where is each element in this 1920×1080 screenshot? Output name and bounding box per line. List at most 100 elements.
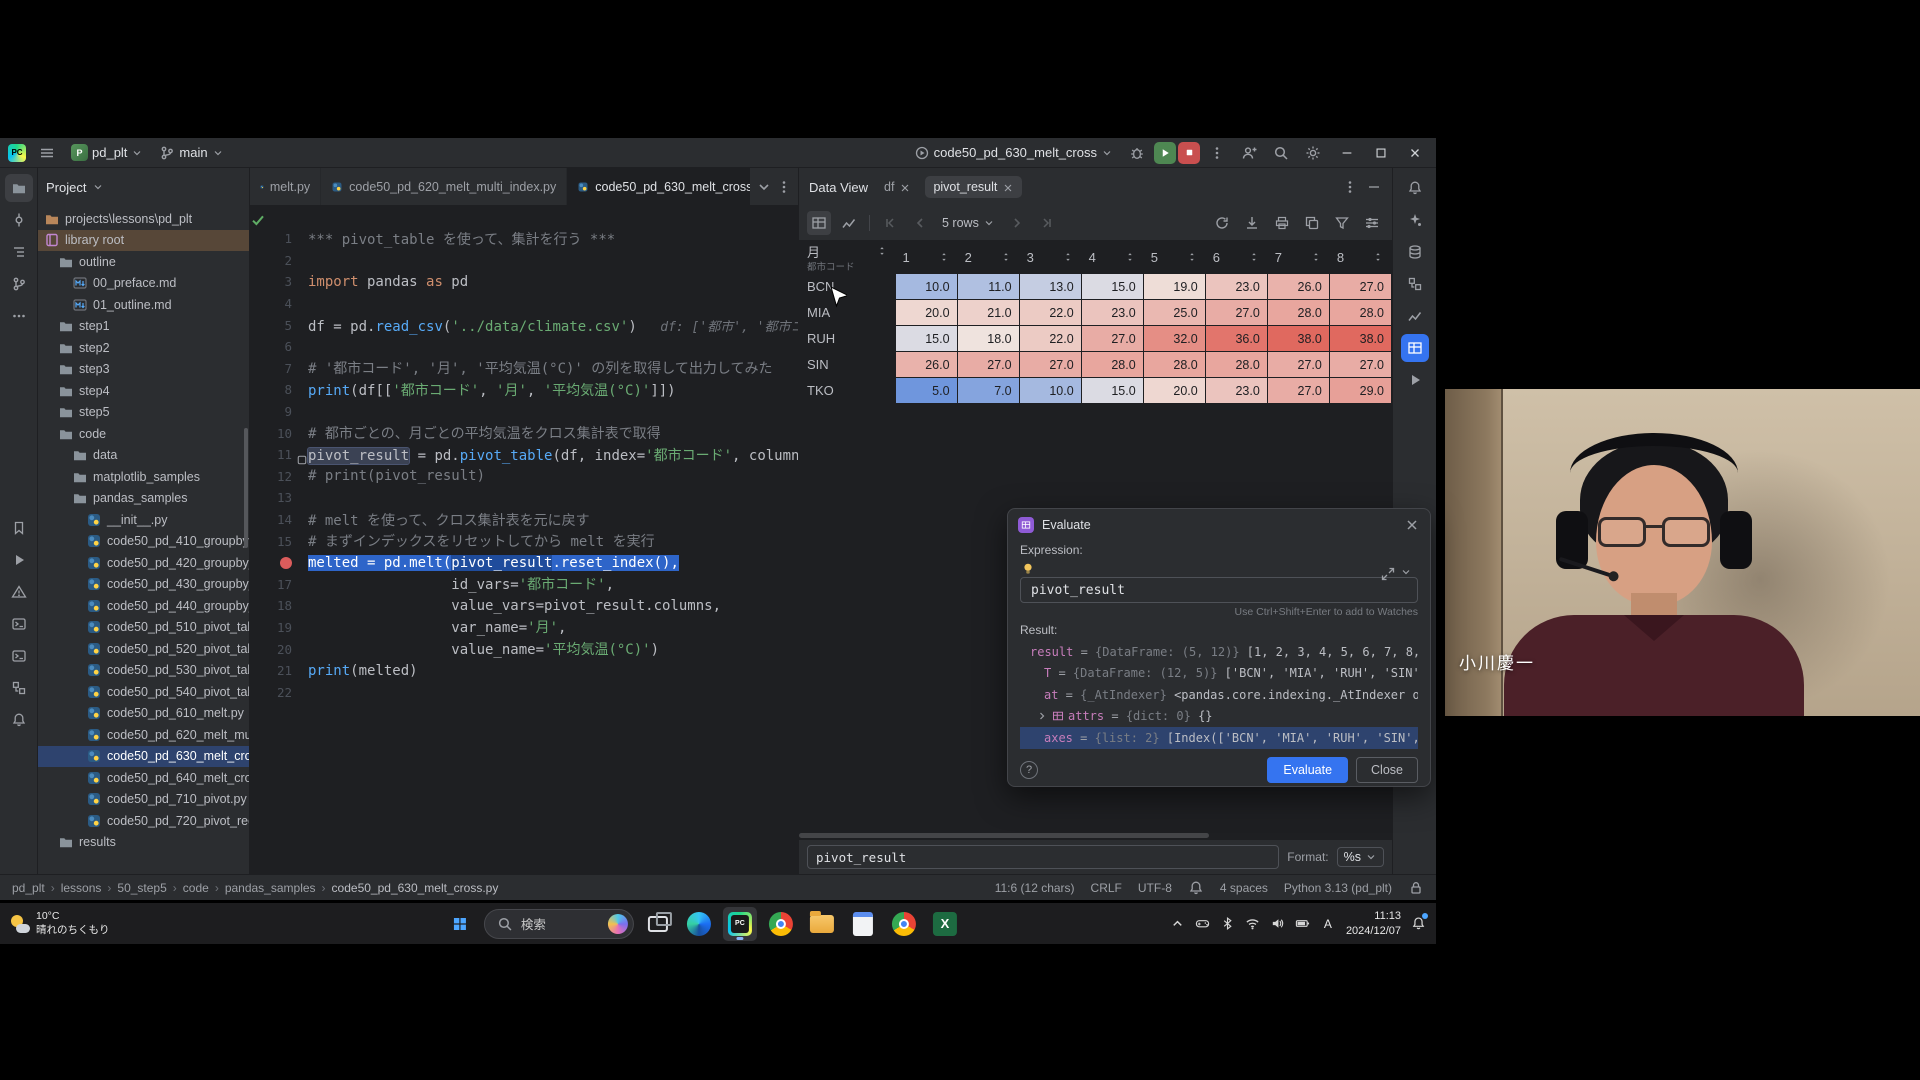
next-page-button[interactable] xyxy=(1005,211,1029,235)
tool-button-run[interactable] xyxy=(5,546,33,574)
cell[interactable]: 26.0 xyxy=(895,352,957,378)
tree-item-00_preface.md[interactable]: 00_preface.md xyxy=(38,273,249,295)
gutter-line-14[interactable]: 14 xyxy=(250,512,308,527)
caret-position[interactable]: 11:6 (12 chars) xyxy=(995,881,1075,895)
cell[interactable]: 15.0 xyxy=(1081,274,1143,300)
gutter-line-21[interactable]: 21 xyxy=(250,663,308,678)
table-corner-header[interactable]: 月都市コード xyxy=(800,241,896,274)
code-line-17[interactable]: 17 id_vars='都市コード', xyxy=(250,574,798,596)
row-index-MIA[interactable]: MIA xyxy=(800,300,896,326)
tree-item-matplotlib_samples[interactable]: matplotlib_samples xyxy=(38,466,249,488)
table-view-button[interactable] xyxy=(807,211,831,235)
gutter-line-2[interactable]: 2 xyxy=(250,253,308,268)
breadcrumb-item-code[interactable]: code xyxy=(183,881,209,895)
tool-button-plots[interactable] xyxy=(1401,302,1429,330)
code-line-19[interactable]: 19 var_name='月', xyxy=(250,617,798,639)
column-header-6[interactable]: 6 xyxy=(1205,241,1267,274)
taskbar-app-edge[interactable] xyxy=(682,907,716,941)
ime-indicator[interactable]: A xyxy=(1320,917,1336,931)
gutter-line-15[interactable]: 15 xyxy=(250,534,308,549)
cell[interactable]: 28.0 xyxy=(1329,300,1391,326)
cell[interactable]: 27.0 xyxy=(1267,352,1329,378)
breadcrumb-item-pandas_samples[interactable]: pandas_samples xyxy=(225,881,316,895)
taskbar-app-excel[interactable]: X xyxy=(928,907,962,941)
cell[interactable]: 29.0 xyxy=(1329,378,1391,404)
tool-button-bookmarks[interactable] xyxy=(5,514,33,542)
data-view-tab-df[interactable]: df xyxy=(876,176,919,198)
code-line-20[interactable]: 20 value_name='平均気温(°C)') xyxy=(250,638,798,660)
code-editor[interactable]: 1*** pivot_table を使って、集計を行う ***23import … xyxy=(250,206,798,874)
cell[interactable]: 27.0 xyxy=(1329,274,1391,300)
gutter-line-11[interactable]: 11 xyxy=(250,447,308,462)
minimize-button[interactable] xyxy=(1330,139,1364,167)
code-with-me-button[interactable] xyxy=(1234,142,1264,164)
evaluate-button[interactable]: Evaluate xyxy=(1267,757,1348,783)
tree-item-projects-lessons-pd_plt[interactable]: projects\lessons\pd_plt xyxy=(38,208,249,230)
cell[interactable]: 21.0 xyxy=(957,300,1019,326)
code-line-13[interactable]: 13 xyxy=(250,487,798,509)
table-row-SIN[interactable]: SIN26.027.027.028.028.028.027.027.0 xyxy=(800,352,1392,378)
tool-button-notifications[interactable] xyxy=(1401,174,1429,202)
cell[interactable]: 27.0 xyxy=(1267,378,1329,404)
main-menu-button[interactable] xyxy=(32,142,62,164)
column-header-3[interactable]: 3 xyxy=(1019,241,1081,274)
tool-button-ai-assistant[interactable] xyxy=(1401,206,1429,234)
table-row-RUH[interactable]: RUH15.018.022.027.032.036.038.038.0 xyxy=(800,326,1392,352)
gutter-line-4[interactable]: 4 xyxy=(250,296,308,311)
tool-button-commit[interactable] xyxy=(5,206,33,234)
chart-view-button[interactable] xyxy=(837,211,861,235)
tray-wifi[interactable] xyxy=(1245,915,1260,933)
taskbar-app-pycharm[interactable]: PC xyxy=(723,907,757,941)
gutter-line-9[interactable]: 9 xyxy=(250,404,308,419)
format-select[interactable]: %s xyxy=(1337,847,1384,867)
tree-item-results[interactable]: results xyxy=(38,832,249,854)
gutter-line-19[interactable]: 19 xyxy=(250,620,308,635)
tray-controller[interactable] xyxy=(1195,915,1210,933)
tree-item-code50_pd_420_groupby_multi.py[interactable]: code50_pd_420_groupby_multi.py xyxy=(38,552,249,574)
tree-item-pandas_samples[interactable]: pandas_samples xyxy=(38,488,249,510)
project-widget[interactable]: P pd_plt xyxy=(64,141,150,164)
cell[interactable]: 5.0 xyxy=(895,378,957,404)
cell[interactable]: 27.0 xyxy=(1329,352,1391,378)
line-ending[interactable]: CRLF xyxy=(1091,881,1122,895)
gutter-line-22[interactable]: 22 xyxy=(250,685,308,700)
code-line-16[interactable]: melted = pd.melt(pivot_result.reset_inde… xyxy=(250,552,798,574)
taskbar-app-notepad[interactable] xyxy=(846,907,880,941)
vcs-branch-widget[interactable]: main xyxy=(152,142,230,164)
code-line-12[interactable]: 12# print(pivot_result) xyxy=(250,466,798,488)
result-row-axes[interactable]: axes = {list: 2} [Index(['BCN', 'MIA', '… xyxy=(1020,727,1418,749)
table-row-BCN[interactable]: BCN10.011.013.015.019.023.026.027.0 xyxy=(800,274,1392,300)
column-header-1[interactable]: 1 xyxy=(895,241,957,274)
cell[interactable]: 27.0 xyxy=(1019,352,1081,378)
breadcrumb-item-lessons[interactable]: lessons xyxy=(61,881,102,895)
run-button[interactable] xyxy=(1154,142,1176,164)
taskbar-clock[interactable]: 11:13 2024/12/07 xyxy=(1346,909,1401,938)
gutter-line-20[interactable]: 20 xyxy=(250,642,308,657)
tray-volume[interactable] xyxy=(1270,915,1285,933)
code-line-22[interactable]: 22 xyxy=(250,681,798,703)
cell[interactable]: 28.0 xyxy=(1081,352,1143,378)
code-line-1[interactable]: 1*** pivot_table を使って、集計を行う *** xyxy=(250,228,798,250)
tree-item-code50_pd_410_groupby.py[interactable]: code50_pd_410_groupby.py xyxy=(38,531,249,553)
row-index-TKO[interactable]: TKO xyxy=(800,378,896,404)
tree-item-step3[interactable]: step3 xyxy=(38,359,249,381)
breakpoint-icon[interactable] xyxy=(280,557,292,569)
cell[interactable]: 15.0 xyxy=(895,326,957,352)
tree-item-data[interactable]: data xyxy=(38,445,249,467)
data-view-expression-input[interactable] xyxy=(807,845,1279,869)
maximize-button[interactable] xyxy=(1364,139,1398,167)
prev-page-button[interactable] xyxy=(908,211,932,235)
taskbar-app-task-view[interactable] xyxy=(641,907,675,941)
tree-item-library-root[interactable]: library root xyxy=(38,230,249,252)
tree-item-code50_pd_710_pivot.py[interactable]: code50_pd_710_pivot.py xyxy=(38,789,249,811)
cell[interactable]: 28.0 xyxy=(1267,300,1329,326)
last-page-button[interactable] xyxy=(1035,211,1059,235)
breadcrumb-item-pd_plt[interactable]: pd_plt xyxy=(12,881,45,895)
tray-battery[interactable] xyxy=(1295,915,1310,933)
filter-button[interactable] xyxy=(1330,211,1354,235)
tree-item-01_outline.md[interactable]: 01_outline.md xyxy=(38,294,249,316)
cell[interactable]: 15.0 xyxy=(1081,378,1143,404)
tree-item-code50_pd_530_pivot_table_cross.py[interactable]: code50_pd_530_pivot_table_cross.py xyxy=(38,660,249,682)
tree-item-code50_pd_630_melt_cross.py[interactable]: code50_pd_630_melt_cross.py xyxy=(38,746,249,768)
cell[interactable]: 19.0 xyxy=(1143,274,1205,300)
